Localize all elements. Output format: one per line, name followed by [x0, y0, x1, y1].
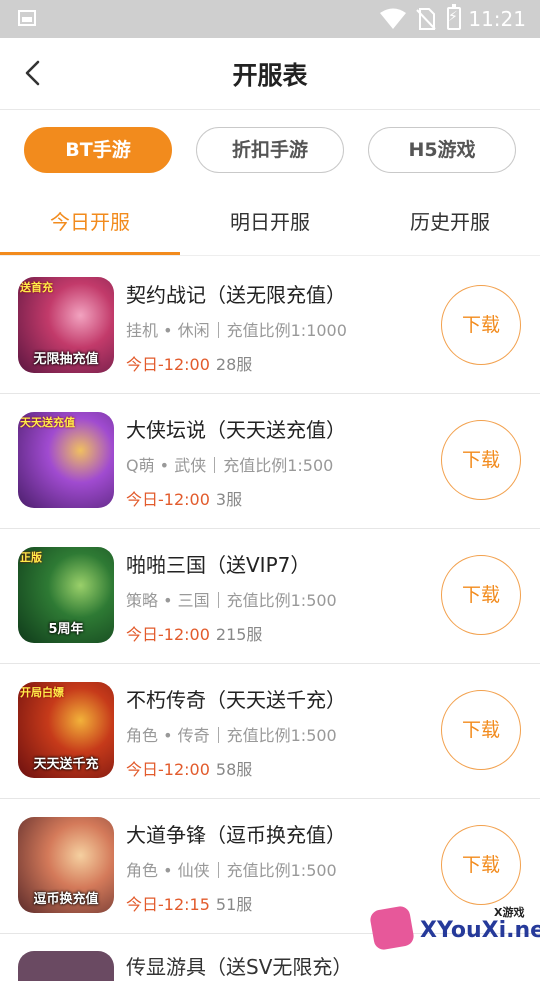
meta-divider — [217, 322, 219, 338]
game-genre: 角色 • 传奇 — [126, 726, 210, 745]
game-name: 传显游具（送SV无限充） — [126, 955, 353, 979]
no-sim-icon — [416, 8, 436, 30]
meta-divider — [217, 592, 219, 608]
meta-divider — [214, 457, 216, 473]
game-list-item[interactable]: 开局白嫖 天天送千充 不朽传奇（天天送千充） 角色 • 传奇 充值比例1:500 … — [0, 664, 540, 799]
game-name: 契约战记（送无限充值） — [126, 283, 346, 307]
game-name: 大道争锋（逗币换充值） — [126, 823, 346, 847]
game-icon: 送首充 无限抽充值 — [18, 277, 114, 373]
game-genre: Q萌 • 武侠 — [126, 456, 207, 475]
game-meta: 策略 • 三国 充值比例1:500 — [126, 587, 337, 611]
server-number: 215服 — [215, 625, 263, 644]
game-icon-caption: 天天送千充 — [33, 757, 99, 772]
game-recharge-ratio: 充值比例1:500 — [226, 591, 337, 610]
gamepad-logo-icon — [368, 904, 416, 952]
tab-history[interactable]: 历史开服 — [360, 206, 540, 235]
game-name: 啪啪三国（送VIP7） — [126, 553, 311, 577]
status-bar: 11:21 — [0, 0, 540, 38]
server-open-time: 今日-12:15 — [126, 895, 210, 914]
game-recharge-ratio: 充值比例1:500 — [226, 726, 337, 745]
app-header: 开服表 — [0, 38, 540, 110]
game-recharge-ratio: 充值比例1:1000 — [226, 321, 347, 340]
game-schedule: 今日-12:00 215服 — [126, 621, 262, 645]
game-meta: 挂机 • 休闲 充值比例1:1000 — [126, 317, 347, 341]
category-discount-games[interactable]: 折扣手游 — [196, 127, 344, 173]
game-icon-badge: 开局白嫖 — [20, 686, 64, 699]
server-number: 28服 — [215, 355, 253, 374]
game-schedule: 今日-12:00 28服 — [126, 351, 252, 375]
game-icon-caption: 5周年 — [48, 622, 84, 637]
page-title: 开服表 — [232, 61, 308, 90]
game-icon-badge: 天天送充值 — [20, 416, 75, 429]
download-button[interactable]: 下载 — [441, 555, 521, 635]
status-time: 11:21 — [468, 7, 526, 31]
tab-tomorrow[interactable]: 明日开服 — [180, 206, 360, 235]
tab-divider — [0, 255, 540, 256]
download-button[interactable]: 下载 — [441, 825, 521, 905]
meta-divider — [217, 727, 219, 743]
meta-divider — [217, 862, 219, 878]
gallery-notification-icon — [18, 10, 36, 26]
game-icon-caption: 无限抽充值 — [33, 352, 99, 367]
tab-today[interactable]: 今日开服 — [0, 206, 180, 235]
game-icon-badge: 送首充 — [20, 281, 53, 294]
game-icon: 正版 5周年 — [18, 547, 114, 643]
server-open-time: 今日-12:00 — [126, 490, 210, 509]
server-number: 3服 — [215, 490, 243, 509]
server-open-time: 今日-12:00 — [126, 760, 210, 779]
server-open-time: 今日-12:00 — [126, 355, 210, 374]
server-open-time: 今日-12:00 — [126, 625, 210, 644]
game-icon-caption: 逗币换充值 — [33, 892, 99, 907]
game-icon: 开局白嫖 天天送千充 — [18, 682, 114, 778]
game-name: 大侠坛说（天天送充值） — [126, 418, 346, 442]
game-icon: 逗币换充值 — [18, 817, 114, 913]
category-h5-games[interactable]: H5游戏 — [368, 127, 516, 173]
game-schedule: 今日-12:15 51服 — [126, 891, 252, 915]
game-icon: 天天送充值 — [18, 412, 114, 508]
wifi-icon — [380, 8, 406, 29]
download-button[interactable]: 下载 — [441, 690, 521, 770]
game-genre: 挂机 • 休闲 — [126, 321, 210, 340]
battery-charging-icon — [447, 4, 461, 30]
server-number: 58服 — [215, 760, 253, 779]
game-name: 不朽传奇（天天送千充） — [126, 688, 346, 712]
game-recharge-ratio: 充值比例1:500 — [223, 456, 334, 475]
game-recharge-ratio: 充值比例1:500 — [226, 861, 337, 880]
game-schedule: 今日-12:00 58服 — [126, 756, 252, 780]
game-genre: 角色 • 仙侠 — [126, 861, 210, 880]
game-meta: 角色 • 仙侠 充值比例1:500 — [126, 857, 337, 881]
game-meta: 角色 • 传奇 充值比例1:500 — [126, 722, 337, 746]
game-meta: Q萌 • 武侠 充值比例1:500 — [126, 452, 333, 476]
download-button[interactable]: 下载 — [441, 420, 521, 500]
category-bt-games[interactable]: BT手游 — [24, 127, 172, 173]
game-icon — [18, 951, 114, 981]
game-schedule: 今日-12:00 3服 — [126, 486, 242, 510]
download-button[interactable]: 下载 — [441, 285, 521, 365]
game-list-item[interactable]: 正版 5周年 啪啪三国（送VIP7） 策略 • 三国 充值比例1:500 今日-1… — [0, 529, 540, 664]
game-genre: 策略 • 三国 — [126, 591, 210, 610]
game-list-item[interactable]: 天天送充值 大侠坛说（天天送充值） Q萌 • 武侠 充值比例1:500 今日-12… — [0, 394, 540, 529]
site-watermark: X游戏 XYouXi.net — [368, 902, 540, 960]
game-list-item[interactable]: 送首充 无限抽充值 契约战记（送无限充值） 挂机 • 休闲 充值比例1:1000 … — [0, 259, 540, 394]
game-icon-badge: 正版 — [20, 551, 42, 564]
server-number: 51服 — [215, 895, 253, 914]
watermark-text: XYouXi.net — [420, 918, 540, 943]
